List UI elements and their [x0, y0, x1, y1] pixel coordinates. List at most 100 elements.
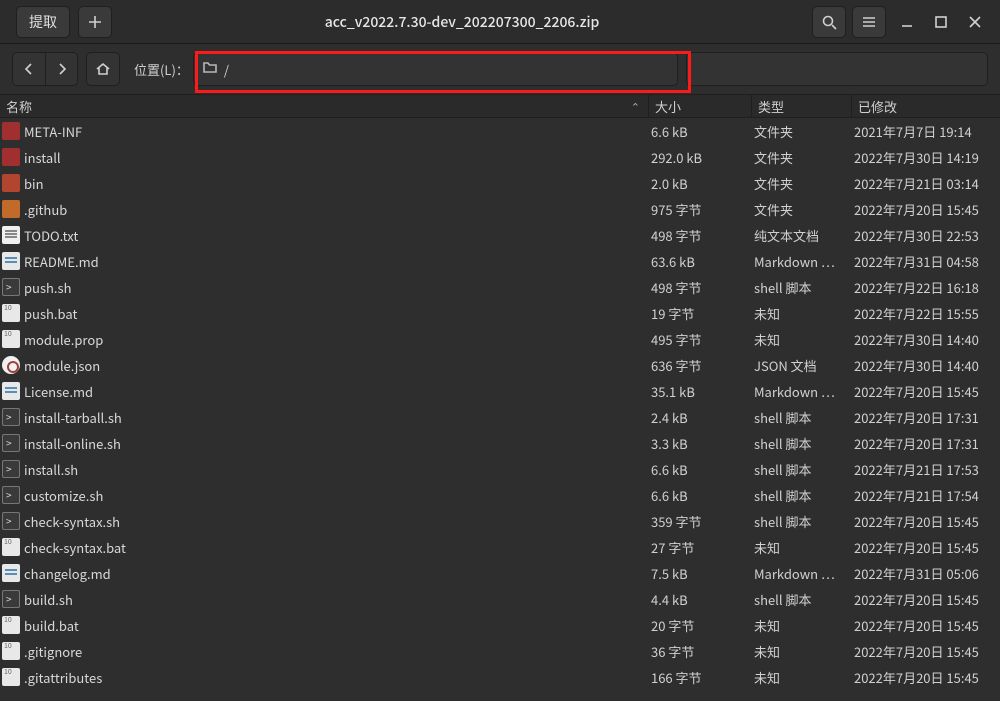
table-row[interactable]: .gitattributes166 字节未知2022年7月20日 15:45 — [0, 664, 1000, 690]
file-size: 292.0 kB — [651, 148, 754, 167]
maximize-icon — [933, 14, 949, 30]
file-type: 纯文本文档 — [754, 226, 854, 245]
file-icon — [2, 642, 20, 660]
table-row[interactable]: build.bat20 字节未知2022年7月20日 15:45 — [0, 612, 1000, 638]
file-size: 2.4 kB — [651, 408, 754, 427]
table-row[interactable]: push.sh498 字节shell 脚本2022年7月22日 16:18 — [0, 274, 1000, 300]
file-modified: 2021年7月7日 19:14 — [854, 122, 1000, 141]
maximize-button[interactable] — [926, 6, 956, 38]
file-modified: 2022年7月30日 14:40 — [854, 356, 1000, 375]
file-type: 文件夹 — [754, 200, 854, 219]
table-row[interactable]: META-INF6.6 kB文件夹2021年7月7日 19:14 — [0, 118, 1000, 144]
minimize-button[interactable] — [892, 6, 922, 38]
forward-button[interactable] — [45, 53, 77, 85]
file-type: shell 脚本 — [754, 408, 854, 427]
file-icon — [2, 304, 20, 322]
file-icon — [2, 252, 20, 270]
col-name[interactable]: 名称⌃ — [0, 95, 649, 117]
file-modified: 2022年7月30日 14:19 — [854, 148, 1000, 167]
file-icon — [2, 122, 20, 140]
table-row[interactable]: module.prop495 字节未知2022年7月30日 14:40 — [0, 326, 1000, 352]
file-type: 未知 — [754, 616, 854, 635]
file-size: 495 字节 — [651, 330, 754, 349]
file-type: shell 脚本 — [754, 486, 854, 505]
new-archive-button[interactable] — [78, 6, 112, 38]
file-icon — [2, 460, 20, 478]
file-name: .gitignore — [24, 642, 82, 661]
home-button[interactable] — [86, 52, 120, 86]
file-size: 166 字节 — [651, 668, 754, 687]
home-icon — [95, 61, 111, 77]
file-size: 27 字节 — [651, 538, 754, 557]
file-size: 498 字节 — [651, 278, 754, 297]
file-size: 359 字节 — [651, 512, 754, 531]
file-name: install-tarball.sh — [24, 408, 122, 427]
file-name: changelog.md — [24, 564, 111, 583]
file-icon — [2, 486, 20, 504]
file-icon — [2, 434, 20, 452]
table-row[interactable]: bin2.0 kB文件夹2022年7月21日 03:14 — [0, 170, 1000, 196]
path-field[interactable]: / — [193, 52, 678, 86]
file-type: 未知 — [754, 538, 854, 557]
plus-icon — [87, 14, 103, 30]
file-name: install.sh — [24, 460, 78, 479]
file-modified: 2022年7月20日 17:31 — [854, 434, 1000, 453]
file-list: META-INF 6.6 kB 文件夹 2021年7月7日 19:14 install2… — [0, 118, 1000, 690]
table-row[interactable]: install.sh6.6 kBshell 脚本2022年7月21日 17:53 — [0, 456, 1000, 482]
table-row[interactable]: .github975 字节文件夹2022年7月20日 15:45 — [0, 196, 1000, 222]
table-row[interactable]: customize.sh6.6 kBshell 脚本2022年7月21日 17:… — [0, 482, 1000, 508]
table-row[interactable]: License.md35.1 kBMarkdown …2022年7月20日 15… — [0, 378, 1000, 404]
hamburger-icon — [861, 14, 877, 30]
file-name: META-INF — [24, 122, 82, 141]
back-button[interactable] — [13, 53, 45, 85]
table-row[interactable]: build.sh4.4 kBshell 脚本2022年7月20日 15:45 — [0, 586, 1000, 612]
file-modified: 2022年7月22日 15:55 — [854, 304, 1000, 323]
file-name: push.sh — [24, 278, 72, 297]
file-name: module.json — [24, 356, 100, 375]
file-type: 未知 — [754, 304, 854, 323]
minimize-icon — [899, 14, 915, 30]
sort-asc-icon: ⌃ — [631, 99, 640, 115]
file-modified: 2022年7月20日 15:45 — [854, 538, 1000, 557]
table-row[interactable]: check-syntax.bat27 字节未知2022年7月20日 15:45 — [0, 534, 1000, 560]
table-row[interactable]: module.json636 字节JSON 文档2022年7月30日 14:40 — [0, 352, 1000, 378]
right-field[interactable] — [686, 52, 988, 86]
file-modified: 2022年7月22日 16:18 — [854, 278, 1000, 297]
file-modified: 2022年7月20日 15:45 — [854, 512, 1000, 531]
file-type: 未知 — [754, 330, 854, 349]
extract-button[interactable]: 提取 — [16, 6, 70, 38]
table-row[interactable]: TODO.txt498 字节纯文本文档2022年7月30日 22:53 — [0, 222, 1000, 248]
file-modified: 2022年7月30日 22:53 — [854, 226, 1000, 245]
file-icon — [2, 330, 20, 348]
table-row[interactable]: install292.0 kB文件夹2022年7月30日 14:19 — [0, 144, 1000, 170]
table-row[interactable]: push.bat19 字节未知2022年7月22日 15:55 — [0, 300, 1000, 326]
file-icon — [2, 356, 20, 374]
file-size: 20 字节 — [651, 616, 754, 635]
file-modified: 2022年7月20日 15:45 — [854, 616, 1000, 635]
file-icon — [2, 278, 20, 296]
close-button[interactable] — [960, 6, 990, 38]
table-row[interactable]: install-online.sh3.3 kBshell 脚本2022年7月20… — [0, 430, 1000, 456]
file-size: 6.6 kB — [651, 122, 754, 141]
file-type: shell 脚本 — [754, 590, 854, 609]
menu-button[interactable] — [852, 6, 886, 38]
col-modified[interactable]: 已修改 — [852, 95, 1000, 117]
col-type[interactable]: 类型 — [752, 95, 852, 117]
chevron-right-icon — [54, 61, 70, 77]
col-size[interactable]: 大小 — [649, 95, 752, 117]
table-row[interactable]: install-tarball.sh2.4 kBshell 脚本2022年7月2… — [0, 404, 1000, 430]
table-row[interactable]: check-syntax.sh359 字节shell 脚本2022年7月20日 … — [0, 508, 1000, 534]
table-row[interactable]: .gitignore36 字节未知2022年7月20日 15:45 — [0, 638, 1000, 664]
file-size: 35.1 kB — [651, 382, 754, 401]
file-icon — [2, 590, 20, 608]
file-icon — [2, 616, 20, 634]
file-name: push.bat — [24, 304, 77, 323]
file-name: License.md — [24, 382, 93, 401]
table-row[interactable]: README.md63.6 kBMarkdown …2022年7月31日 04:… — [0, 248, 1000, 274]
file-type: 未知 — [754, 668, 854, 687]
titlebar: 提取 acc_v2022.7.30-dev_202207300_2206.zip — [0, 0, 1000, 44]
table-row[interactable]: changelog.md7.5 kBMarkdown …2022年7月31日 0… — [0, 560, 1000, 586]
search-button[interactable] — [812, 6, 846, 38]
file-icon — [2, 382, 20, 400]
path-text: / — [224, 60, 229, 79]
